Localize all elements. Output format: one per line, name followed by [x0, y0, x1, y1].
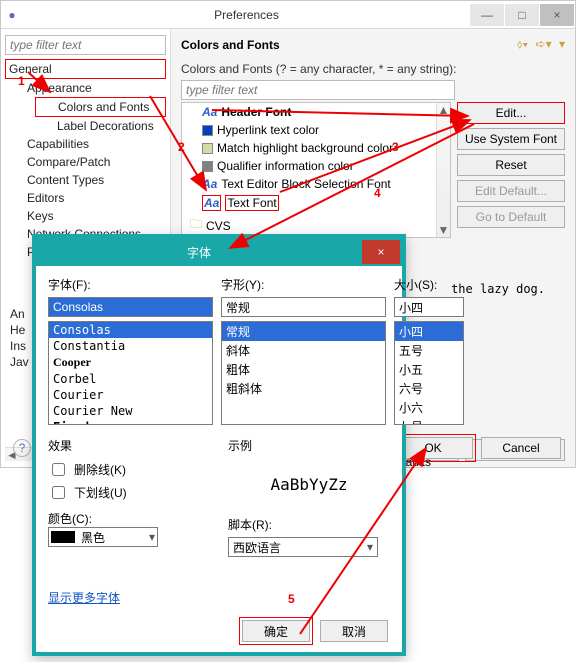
tree-item-compare-patch[interactable]: Compare/Patch: [5, 153, 166, 171]
font-style-input[interactable]: [221, 297, 386, 317]
list-item[interactable]: Constantia: [49, 338, 212, 354]
cf-item-match-bg[interactable]: Match highlight background color: [182, 139, 450, 157]
font-dialog: 字体 × 字体(F): Consolas Constantia Cooper C…: [32, 234, 406, 656]
tree-filter-input[interactable]: [5, 35, 166, 55]
font-family-label: 字体(F):: [48, 276, 213, 293]
strikeout-checkbox[interactable]: 删除线(K): [48, 460, 210, 479]
help-icon[interactable]: ?: [13, 439, 31, 457]
maximize-button[interactable]: □: [505, 4, 539, 26]
font-dialog-titlebar[interactable]: 字体 ×: [36, 238, 402, 266]
list-item[interactable]: Courier: [49, 387, 212, 403]
font-icon: Aa: [202, 195, 221, 211]
forward-icon[interactable]: ➪▾: [536, 37, 552, 51]
tree-item-editors[interactable]: Editors: [5, 189, 166, 207]
cf-tree-scrollbar[interactable]: ▲ ▼: [436, 103, 450, 237]
list-item[interactable]: 七号: [395, 417, 463, 425]
go-to-default-button: Go to Default: [457, 206, 565, 228]
use-system-font-button[interactable]: Use System Font: [457, 128, 565, 150]
sample-preview: AaBbYyZz: [228, 460, 390, 508]
font-icon: Aa: [202, 177, 217, 191]
font-size-label: 大小(S):: [394, 276, 464, 293]
dropdown-icon[interactable]: ▾: [559, 37, 565, 51]
tree-item-content-types[interactable]: Content Types: [5, 171, 166, 189]
color-label: 颜色(C):: [48, 510, 210, 527]
tree-item-keys[interactable]: Keys: [5, 207, 166, 225]
folder-icon: 🗀: [190, 215, 202, 236]
color-swatch-icon: [202, 143, 213, 154]
tree-item-appearance[interactable]: Appearance: [5, 79, 166, 97]
font-family-input[interactable]: [48, 297, 213, 317]
cf-item-hyperlink[interactable]: Hyperlink text color: [182, 121, 450, 139]
scroll-up-icon[interactable]: ▲: [437, 103, 450, 117]
color-swatch-icon: [202, 161, 213, 172]
font-size-input[interactable]: [394, 297, 464, 317]
cf-item-qualifier[interactable]: Qualifier information color: [182, 157, 450, 175]
edit-button[interactable]: Edit...: [457, 102, 565, 124]
font-dialog-close-button[interactable]: ×: [362, 240, 400, 264]
list-item[interactable]: 小四: [395, 322, 463, 341]
filter-hint: Colors and Fonts (? = any character, * =…: [181, 62, 565, 76]
chevron-down-icon: ▾: [367, 540, 373, 554]
tree-item-capabilities[interactable]: Capabilities: [5, 135, 166, 153]
app-icon: ●: [1, 8, 23, 22]
titlebar[interactable]: ● Preferences — □ ×: [1, 1, 575, 29]
close-button[interactable]: ×: [540, 4, 574, 26]
list-item[interactable]: 小五: [395, 360, 463, 379]
color-combobox[interactable]: 黑色 ▾: [48, 527, 158, 547]
page-title: Colors and Fonts: [181, 38, 513, 52]
font-dialog-cancel-button[interactable]: 取消: [320, 620, 388, 642]
cancel-button[interactable]: Cancel: [481, 437, 561, 459]
list-item[interactable]: 五号: [395, 341, 463, 360]
list-item[interactable]: 常规: [222, 322, 385, 341]
colors-fonts-filter-input[interactable]: [181, 80, 455, 100]
show-more-fonts-link[interactable]: 显示更多字体: [48, 589, 120, 606]
font-size-list[interactable]: 小四 五号 小五 六号 小六 七号 八号: [394, 321, 464, 425]
font-dialog-title: 字体: [36, 244, 362, 261]
back-icon[interactable]: ⬨▾: [517, 37, 528, 51]
cf-item-block-selection[interactable]: AaText Editor Block Selection Font: [182, 175, 450, 193]
font-style-list[interactable]: 常规 斜体 粗体 粗斜体: [221, 321, 386, 425]
cf-item-header-font[interactable]: AaHeader Font: [182, 103, 450, 121]
tree-item-general[interactable]: General: [5, 59, 166, 79]
color-swatch-icon: [202, 125, 213, 136]
effects-group-label: 效果: [48, 437, 210, 454]
list-item[interactable]: 粗斜体: [222, 379, 385, 398]
tree-item-colors-fonts[interactable]: Colors and Fonts: [35, 97, 166, 117]
list-item[interactable]: 小六: [395, 398, 463, 417]
list-item[interactable]: 斜体: [222, 341, 385, 360]
sample-label: 示例: [228, 437, 390, 454]
list-item[interactable]: Fixedsys: [49, 419, 212, 425]
cf-item-text-font[interactable]: AaText Font: [182, 193, 450, 213]
minimize-button[interactable]: —: [470, 4, 504, 26]
window-title: Preferences: [23, 8, 470, 22]
list-item[interactable]: Consolas: [49, 322, 212, 338]
font-icon: Aa: [202, 105, 217, 119]
colors-fonts-tree[interactable]: AaHeader Font Hyperlink text color Match…: [181, 102, 451, 238]
script-label: 脚本(R):: [228, 516, 390, 533]
font-dialog-ok-button[interactable]: 确定: [242, 620, 310, 642]
list-item[interactable]: Cooper: [49, 354, 212, 371]
list-item[interactable]: 粗体: [222, 360, 385, 379]
tree-item-label-decorations[interactable]: Label Decorations: [35, 117, 166, 135]
script-combobox[interactable]: 西欧语言 ▾: [228, 537, 378, 557]
font-family-list[interactable]: Consolas Constantia Cooper Corbel Courie…: [48, 321, 213, 425]
scroll-down-icon[interactable]: ▼: [437, 223, 450, 237]
underline-checkbox[interactable]: 下划线(U): [48, 483, 210, 502]
list-item[interactable]: 六号: [395, 379, 463, 398]
font-style-label: 字形(Y):: [221, 276, 386, 293]
chevron-down-icon: ▾: [149, 530, 155, 544]
list-item[interactable]: Corbel: [49, 371, 212, 387]
edit-default-button: Edit Default...: [457, 180, 565, 202]
color-swatch-icon: [51, 531, 75, 543]
list-item[interactable]: Courier New: [49, 403, 212, 419]
reset-button[interactable]: Reset: [457, 154, 565, 176]
